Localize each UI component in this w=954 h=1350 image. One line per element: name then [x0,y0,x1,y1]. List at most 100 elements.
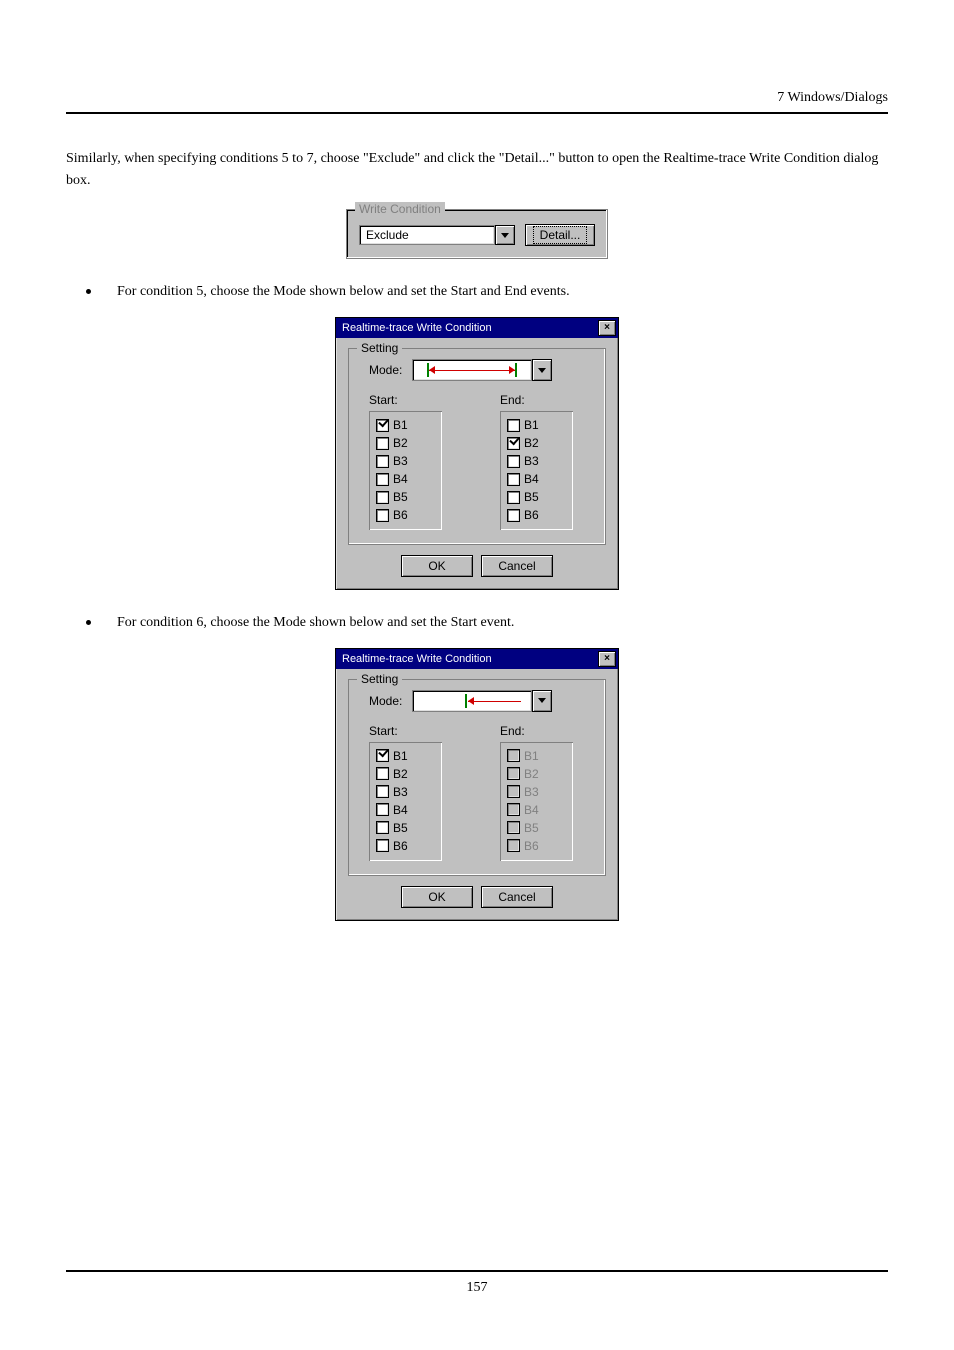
cancel-button[interactable]: Cancel [481,886,553,908]
close-icon: × [604,323,610,333]
arrow-left-icon [468,697,474,705]
start-list: B1B2 B3 B4 B5 B6 [369,742,442,861]
mode-select[interactable] [412,359,552,381]
setting-legend: Setting [357,672,402,686]
setting-groupbox: Setting Mode: [348,679,606,876]
dropdown-button[interactable] [532,690,552,712]
arrow-left-icon [429,366,435,374]
checkbox-b3[interactable]: B3 [376,452,436,470]
checkbox-icon [507,437,520,450]
checkbox-icon [507,785,520,798]
checkbox-icon [507,821,520,834]
checkbox-b1: B1 [507,747,567,765]
checkbox-b4[interactable]: B4 [376,801,436,819]
checkbox-icon [376,419,389,432]
checkbox-b5[interactable]: B5 [376,488,436,506]
mode-label: Mode: [369,694,402,708]
checkbox-b2[interactable]: B2 [376,765,436,783]
checkbox-b1[interactable]: B1 [376,747,436,765]
checkbox-icon [376,749,389,762]
checkbox-label: B5 [524,490,539,504]
checkbox-b2[interactable]: B2 [376,434,436,452]
checkbox-icon [376,821,389,834]
bullet-condition6: For condition 6, choose the Mode shown b… [86,612,888,634]
checkbox-b6[interactable]: B6 [376,837,436,855]
ok-button[interactable]: OK [401,555,473,577]
checkbox-label: B6 [524,839,539,853]
checkbox-label: B1 [393,418,408,432]
close-button[interactable]: × [598,651,616,667]
checkbox-label: B3 [393,785,408,799]
end-label: End: [500,393,593,407]
mode-select[interactable] [412,690,552,712]
bullet-dot-icon [86,620,91,625]
chevron-down-icon [538,368,546,373]
checkbox-icon [376,803,389,816]
checkbox-icon [376,839,389,852]
close-button[interactable]: × [598,320,616,336]
checkbox-b3: B3 [507,783,567,801]
write-condition-select[interactable]: Exclude [359,225,515,245]
cancel-button-label: Cancel [498,559,535,573]
page-number: 157 [66,1280,888,1296]
intro-paragraph: Similarly, when specifying conditions 5 … [66,148,888,191]
bullet-condition5-text: For condition 5, choose the Mode shown b… [117,281,570,303]
checkbox-b6[interactable]: B6 [376,506,436,524]
checkbox-icon [507,455,520,468]
checkbox-icon [507,491,520,504]
checkbox-label: B5 [524,821,539,835]
checkbox-icon [376,437,389,450]
checkbox-b3[interactable]: B3 [507,452,567,470]
write-condition-value: Exclude [359,225,495,245]
page-header: 7 Windows/Dialogs [66,90,888,114]
setting-legend: Setting [357,341,402,355]
arrow-right-icon [509,366,515,374]
checkbox-b6[interactable]: B6 [507,506,567,524]
checkbox-b4[interactable]: B4 [376,470,436,488]
checkbox-icon [376,785,389,798]
checkbox-b3[interactable]: B3 [376,783,436,801]
checkbox-label: B6 [393,839,408,853]
start-list: B1 B2 B3 B4 B5 B6 [369,411,442,530]
checkbox-b2[interactable]: B2 [507,434,567,452]
detail-button-label: Detail... [533,226,588,244]
checkbox-label: B2 [524,436,539,450]
checkbox-label: B4 [393,803,408,817]
checkbox-b1[interactable]: B1 [376,416,436,434]
checkbox-b5[interactable]: B5 [507,488,567,506]
checkbox-b5[interactable]: B5 [376,819,436,837]
checkbox-icon [507,473,520,486]
page-footer: 157 [66,1270,888,1296]
checkbox-icon [507,749,520,762]
bullet-dot-icon [86,289,91,294]
detail-button[interactable]: Detail... [525,224,595,246]
checkbox-b6: B6 [507,837,567,855]
checkbox-label: B4 [393,472,408,486]
checkbox-label: B6 [524,508,539,522]
ok-button-label: OK [428,890,445,904]
checkbox-b4[interactable]: B4 [507,470,567,488]
mode-diagram-between [412,359,532,381]
chevron-down-icon [538,698,546,703]
titlebar: Realtime-trace Write Condition × [336,318,618,338]
dropdown-button[interactable] [495,225,515,245]
checkbox-icon [376,767,389,780]
checkbox-b1[interactable]: B1 [507,416,567,434]
cancel-button[interactable]: Cancel [481,555,553,577]
checkbox-icon [376,473,389,486]
end-label: End: [500,724,593,738]
titlebar: Realtime-trace Write Condition × [336,649,618,669]
dropdown-button[interactable] [532,359,552,381]
bullet-condition5: For condition 5, choose the Mode shown b… [86,281,888,303]
realtime-trace-dialog-a: Realtime-trace Write Condition × Setting… [335,317,619,590]
checkbox-icon [376,509,389,522]
checkbox-b2: B2 [507,765,567,783]
checkbox-label: B6 [393,508,408,522]
bullet-condition6-text: For condition 6, choose the Mode shown b… [117,612,514,634]
checkbox-b5: B5 [507,819,567,837]
checkbox-icon [376,455,389,468]
checkbox-label: B3 [524,454,539,468]
ok-button[interactable]: OK [401,886,473,908]
checkbox-icon [507,509,520,522]
checkbox-label: B3 [393,454,408,468]
